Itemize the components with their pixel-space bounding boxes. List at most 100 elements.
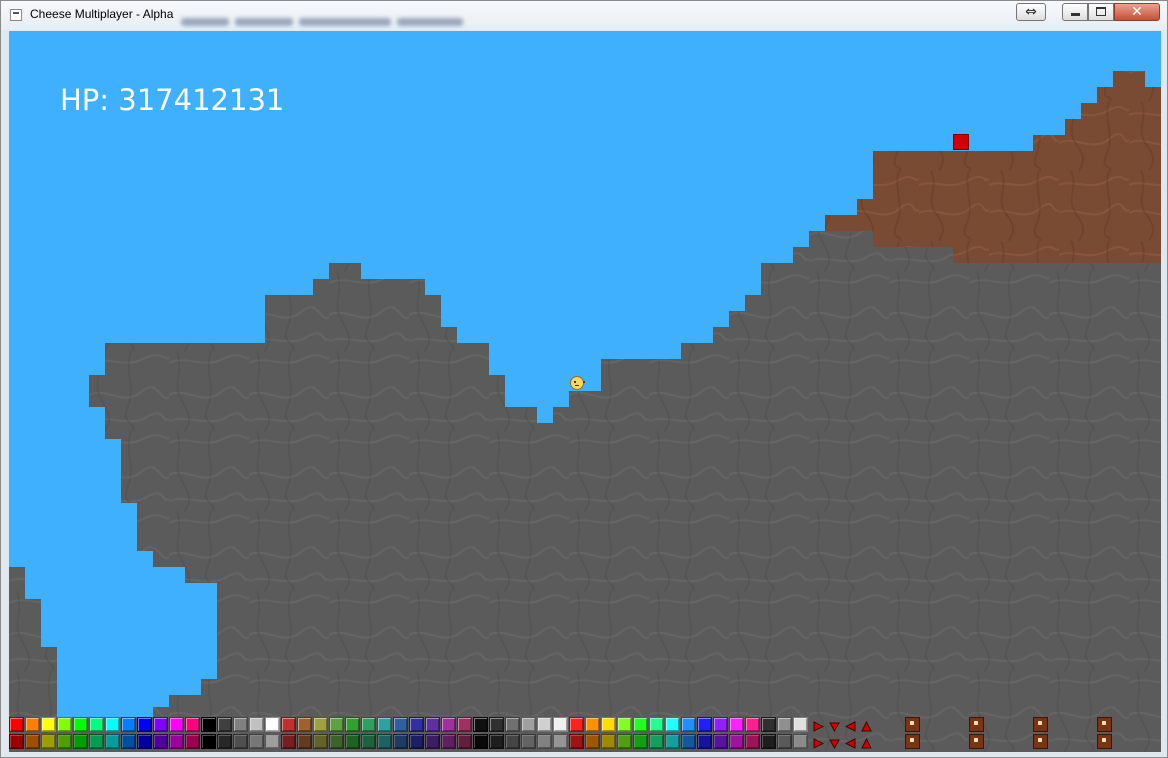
door-icon[interactable]	[1097, 734, 1112, 749]
dark-color-swatch[interactable]	[681, 734, 696, 749]
maximize-button[interactable]	[1088, 3, 1114, 21]
arrow-down-icon[interactable]	[827, 719, 842, 734]
dark-color-swatch[interactable]	[409, 734, 424, 749]
dark-color-swatch[interactable]	[761, 734, 776, 749]
dark-color-swatch[interactable]	[585, 734, 600, 749]
color-swatch[interactable]	[153, 717, 168, 732]
color-swatch[interactable]	[313, 717, 328, 732]
arrow-right-icon[interactable]	[811, 719, 826, 734]
dark-color-swatch[interactable]	[281, 734, 296, 749]
dark-color-swatch[interactable]	[697, 734, 712, 749]
color-swatch[interactable]	[425, 717, 440, 732]
color-swatch[interactable]	[217, 717, 232, 732]
dark-color-swatch[interactable]	[793, 734, 808, 749]
title-bar[interactable]: Cheese Multiplayer - Alpha ⇔ ✕	[1, 1, 1167, 30]
dark-color-swatch[interactable]	[41, 734, 56, 749]
color-swatch[interactable]	[345, 717, 360, 732]
arrow-left-icon[interactable]	[843, 719, 858, 734]
dark-color-swatch[interactable]	[601, 734, 616, 749]
dark-color-swatch[interactable]	[249, 734, 264, 749]
color-swatch[interactable]	[393, 717, 408, 732]
color-swatch[interactable]	[25, 717, 40, 732]
color-swatch[interactable]	[265, 717, 280, 732]
color-swatch[interactable]	[777, 717, 792, 732]
dark-color-swatch[interactable]	[473, 734, 488, 749]
dark-color-swatch[interactable]	[729, 734, 744, 749]
door-icon[interactable]	[969, 734, 984, 749]
color-swatch[interactable]	[41, 717, 56, 732]
color-swatch[interactable]	[553, 717, 568, 732]
dark-color-swatch[interactable]	[441, 734, 456, 749]
color-swatch[interactable]	[617, 717, 632, 732]
color-swatch[interactable]	[201, 717, 216, 732]
color-swatch[interactable]	[233, 717, 248, 732]
color-swatch[interactable]	[681, 717, 696, 732]
dark-color-swatch[interactable]	[73, 734, 88, 749]
dark-color-swatch[interactable]	[537, 734, 552, 749]
dark-color-swatch[interactable]	[457, 734, 472, 749]
dark-color-swatch[interactable]	[313, 734, 328, 749]
dark-color-swatch[interactable]	[745, 734, 760, 749]
dark-color-swatch[interactable]	[233, 734, 248, 749]
red-block[interactable]	[953, 134, 969, 150]
color-swatch[interactable]	[649, 717, 664, 732]
dark-color-swatch[interactable]	[297, 734, 312, 749]
dark-color-swatch[interactable]	[665, 734, 680, 749]
color-swatch[interactable]	[505, 717, 520, 732]
color-swatch[interactable]	[761, 717, 776, 732]
dark-color-swatch[interactable]	[201, 734, 216, 749]
color-swatch[interactable]	[569, 717, 584, 732]
dark-color-swatch[interactable]	[521, 734, 536, 749]
app-window-icon[interactable]	[10, 9, 22, 21]
dark-color-swatch[interactable]	[57, 734, 72, 749]
dark-color-swatch[interactable]	[489, 734, 504, 749]
dark-color-swatch[interactable]	[377, 734, 392, 749]
dark-color-swatch[interactable]	[9, 734, 24, 749]
door-icon[interactable]	[1033, 717, 1048, 732]
dark-color-swatch[interactable]	[553, 734, 568, 749]
dark-color-swatch[interactable]	[185, 734, 200, 749]
color-swatch[interactable]	[249, 717, 264, 732]
color-swatch[interactable]	[361, 717, 376, 732]
dark-color-swatch[interactable]	[617, 734, 632, 749]
door-icon[interactable]	[905, 734, 920, 749]
color-swatch[interactable]	[473, 717, 488, 732]
door-icon[interactable]	[905, 717, 920, 732]
color-swatch[interactable]	[377, 717, 392, 732]
color-swatch[interactable]	[537, 717, 552, 732]
color-swatch[interactable]	[457, 717, 472, 732]
dark-color-swatch[interactable]	[345, 734, 360, 749]
color-swatch[interactable]	[713, 717, 728, 732]
door-icon[interactable]	[1097, 717, 1112, 732]
color-swatch[interactable]	[73, 717, 88, 732]
color-swatch[interactable]	[281, 717, 296, 732]
dark-color-swatch[interactable]	[329, 734, 344, 749]
dark-color-swatch[interactable]	[777, 734, 792, 749]
color-swatch[interactable]	[729, 717, 744, 732]
arrow-left-icon[interactable]	[843, 736, 858, 751]
color-swatch[interactable]	[137, 717, 152, 732]
color-swatch[interactable]	[601, 717, 616, 732]
color-swatch[interactable]	[185, 717, 200, 732]
color-swatch[interactable]	[121, 717, 136, 732]
color-swatch[interactable]	[89, 717, 104, 732]
dark-color-swatch[interactable]	[393, 734, 408, 749]
arrow-right-icon[interactable]	[811, 736, 826, 751]
dark-color-swatch[interactable]	[153, 734, 168, 749]
dark-color-swatch[interactable]	[713, 734, 728, 749]
color-swatch[interactable]	[745, 717, 760, 732]
color-swatch[interactable]	[665, 717, 680, 732]
dark-color-swatch[interactable]	[121, 734, 136, 749]
color-swatch[interactable]	[441, 717, 456, 732]
dark-color-swatch[interactable]	[217, 734, 232, 749]
minimize-button[interactable]	[1062, 3, 1088, 21]
color-swatch[interactable]	[297, 717, 312, 732]
swap-button[interactable]: ⇔	[1016, 3, 1046, 21]
color-swatch[interactable]	[409, 717, 424, 732]
door-icon[interactable]	[1033, 734, 1048, 749]
dark-color-swatch[interactable]	[361, 734, 376, 749]
door-icon[interactable]	[969, 717, 984, 732]
close-button[interactable]: ✕	[1114, 3, 1160, 21]
color-swatch[interactable]	[585, 717, 600, 732]
dark-color-swatch[interactable]	[425, 734, 440, 749]
